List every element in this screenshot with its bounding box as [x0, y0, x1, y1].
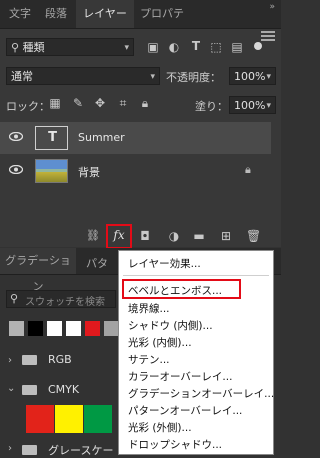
chevron-down-icon: ▾ [150, 72, 155, 82]
visibility-eye-icon[interactable] [9, 165, 23, 174]
tab-paragraph[interactable]: 段落 [38, 0, 74, 28]
menu-item-inner-shadow[interactable]: シャドウ (内側)... [128, 318, 213, 333]
menu-item-satin[interactable]: サテン... [128, 352, 170, 367]
menu-item-drop-shadow[interactable]: ドロップシャドウ... [128, 437, 222, 452]
layer-name: 背景 [78, 166, 100, 179]
lock-position-icon[interactable]: ✥ [93, 96, 107, 110]
swatch-cmyk-green[interactable] [84, 405, 112, 433]
image-layer-thumbnail [35, 159, 68, 183]
menu-item-gradient-overlay[interactable]: グラデーションオーバーレイ... [128, 386, 274, 401]
add-mask-icon[interactable]: ◘ [138, 229, 152, 243]
tab-properties[interactable]: プロパティ [136, 0, 188, 48]
tab-pattern[interactable]: パタ [86, 255, 108, 271]
lock-artboard-icon[interactable]: ⌗ [116, 96, 130, 110]
chevron-down-icon: ▾ [124, 43, 129, 53]
panel-tab-bar: 文字 段落 レイヤー プロパティ » [0, 0, 281, 48]
bevel-emboss-highlight-box [122, 279, 241, 299]
folder-rgb-label: RGB [48, 353, 72, 366]
smart-object-filter-icon[interactable]: ▤ [230, 40, 244, 54]
menu-item-pattern-overlay[interactable]: パターンオーバーレイ... [128, 403, 242, 418]
visibility-eye-icon[interactable] [9, 132, 23, 141]
swatch-cmyk-yellow[interactable] [55, 405, 83, 433]
adjustment-filter-icon[interactable]: ◐ [167, 40, 181, 54]
chevron-right-icon[interactable]: › [8, 443, 12, 454]
adjustment-layer-icon[interactable]: ◑ [167, 229, 181, 243]
lock-image-pixels-icon[interactable]: ✎ [71, 96, 85, 110]
panel-menu-icon[interactable] [261, 31, 275, 41]
fill-label: 塗り： [195, 100, 228, 113]
tab-gradient[interactable]: グラデーション [0, 248, 76, 293]
swatch-gray[interactable] [104, 321, 119, 336]
layer-name: Summer [78, 131, 125, 144]
lock-label: ロック： [6, 100, 50, 113]
folder-icon [22, 445, 37, 455]
layer-row-summer[interactable]: T Summer [0, 122, 271, 154]
new-layer-icon[interactable]: ⊞ [219, 229, 233, 243]
link-layers-icon[interactable]: ⛓︎ [86, 229, 100, 243]
shape-filter-icon[interactable]: ⬚ [209, 40, 223, 54]
menu-item-layer-effects[interactable]: レイヤー効果... [128, 256, 201, 271]
opacity-label: 不透明度： [166, 71, 221, 84]
filter-toggle-icon[interactable] [254, 42, 262, 50]
text-layer-thumbnail: T [35, 126, 68, 150]
folder-icon [22, 385, 37, 395]
type-layer-glyph: T [48, 130, 57, 145]
menu-item-outer-glow[interactable]: 光彩 (外側)... [128, 420, 192, 435]
collapse-icon[interactable]: » [269, 2, 275, 12]
folder-cmyk-label: CMYK [48, 383, 80, 396]
pixel-filter-icon[interactable]: ▣ [146, 40, 160, 54]
chevron-right-icon[interactable]: › [8, 355, 12, 366]
fill-value: 100% [234, 99, 266, 112]
folder-grayscale-label: グレースケー [48, 444, 114, 457]
swatch-black[interactable] [28, 321, 43, 336]
menu-item-stroke[interactable]: 境界線... [128, 301, 170, 316]
swatch-red[interactable] [85, 321, 100, 336]
blend-mode-select[interactable]: 通常 ▾ [6, 67, 160, 85]
search-icon: ⚲ [10, 292, 19, 305]
menu-divider [123, 275, 269, 276]
swatch-cmyk-red[interactable] [26, 405, 54, 433]
swatch-search-input[interactable]: ⚲ スウォッチを検索 [6, 290, 116, 308]
folder-icon [22, 355, 37, 365]
layers-bottom-toolbar: ⛓︎ fx ◘ ◑ ▬ ⊞ 🗑︎ [0, 225, 281, 247]
swatch-white[interactable] [47, 321, 62, 336]
type-filter-icon[interactable]: T [189, 39, 203, 53]
chevron-down-icon: ▾ [266, 72, 271, 82]
opacity-value: 100% [234, 70, 266, 83]
delete-trash-icon[interactable]: 🗑︎ [246, 229, 261, 243]
fill-field[interactable]: 100% ▾ [229, 96, 276, 114]
swatch-white[interactable] [66, 321, 81, 336]
lock-all-icon[interactable]: 🔒︎ [138, 96, 152, 110]
tab-layers[interactable]: レイヤー [76, 0, 134, 28]
layer-filter-select[interactable]: ⚲ 種類 ▾ [6, 38, 134, 56]
filter-kind-value: 種類 [22, 41, 45, 54]
swatch-gray[interactable] [9, 321, 24, 336]
chevron-down-icon[interactable]: ⌄ [7, 383, 15, 394]
layer-row-background[interactable]: 背景 🔒︎ [0, 155, 271, 187]
search-icon: ⚲ [11, 41, 20, 54]
opacity-field[interactable]: 100% ▾ [229, 67, 276, 85]
search-placeholder: スウォッチを検索 [25, 297, 105, 308]
layers-panel: ⚲ 種類 ▾ ▣ ◐ T ⬚ ▤ 通常 ▾ 不透明度： 100% ▾ ロック： … [0, 29, 281, 225]
menu-item-inner-glow[interactable]: 光彩 (内側)... [128, 335, 192, 350]
lock-transparent-pixels-icon[interactable]: ▦ [48, 96, 62, 110]
fx-highlight-box [106, 224, 132, 249]
menu-item-color-overlay[interactable]: カラーオーバーレイ... [128, 369, 232, 384]
chevron-down-icon: ▾ [266, 101, 271, 111]
blend-mode-value: 通常 [11, 70, 33, 83]
group-folder-icon[interactable]: ▬ [192, 229, 206, 243]
tab-character[interactable]: 文字 [4, 0, 36, 28]
lock-icon: 🔒︎ [245, 163, 251, 176]
